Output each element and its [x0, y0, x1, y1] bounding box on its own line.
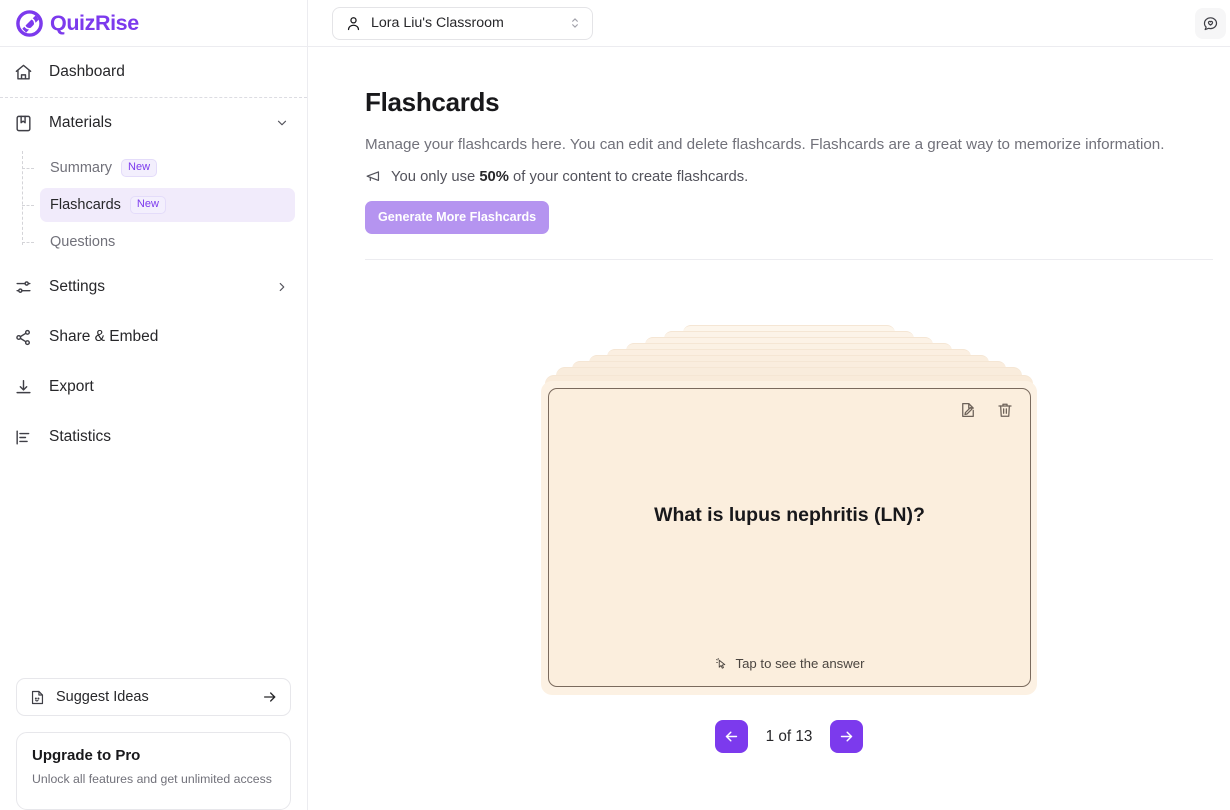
- message-heart-icon[interactable]: [1195, 7, 1226, 39]
- chevron-down-icon[interactable]: [275, 116, 289, 130]
- chevrons-up-down-icon: [568, 16, 582, 30]
- sidebar-footer: Suggest Ideas Upgrade to Pro Unlock all …: [0, 678, 307, 810]
- page-title: Flashcards: [365, 87, 500, 117]
- chevron-right-icon[interactable]: [275, 280, 289, 294]
- page-description: Manage your flashcards here. You can edi…: [365, 136, 1165, 153]
- home-icon: [14, 63, 33, 82]
- quizrise-logo-icon: [16, 9, 43, 37]
- arrow-right-icon: [262, 689, 278, 705]
- classroom-name: Lora Liu's Classroom: [371, 15, 504, 31]
- sidebar-item-export[interactable]: Export: [0, 362, 307, 412]
- next-card-button[interactable]: [830, 720, 864, 754]
- book-icon: [14, 114, 33, 133]
- sidebar-item-label: Export: [49, 378, 94, 395]
- sidebar-item-statistics[interactable]: Statistics: [0, 412, 307, 462]
- arrow-right-icon: [838, 728, 855, 745]
- flashcard-actions: [959, 401, 1014, 419]
- sidebar-item-materials[interactable]: Materials: [0, 98, 307, 148]
- sidebar-item-label: Materials: [49, 114, 112, 131]
- sidebar-item-label: Questions: [50, 234, 116, 250]
- flashcard[interactable]: What is lupus nephritis (LN)? Tap to see…: [548, 388, 1031, 688]
- sidebar: QuizRise Dashboard Materials Summary New…: [0, 0, 308, 810]
- brand-name: QuizRise: [50, 10, 139, 35]
- flashcard-hint: Tap to see the answer: [549, 656, 1030, 671]
- sidebar-item-label: Settings: [49, 278, 106, 295]
- sidebar-item-dashboard[interactable]: Dashboard: [0, 47, 307, 97]
- upgrade-title: Upgrade to Pro: [32, 747, 141, 764]
- notice-suffix: of your content to create flashcards.: [508, 168, 749, 185]
- status-badge: New: [129, 195, 166, 215]
- sidebar-item-label: Statistics: [49, 428, 112, 445]
- upgrade-subtitle: Unlock all features and get unlimited ac…: [32, 772, 272, 786]
- sidebar-item-label: Flashcards: [50, 197, 121, 213]
- notice-value: 50%: [479, 168, 509, 185]
- sidebar-item-label: Share & Embed: [49, 328, 159, 345]
- sidebar-nav: Dashboard Materials Summary New Flashcar…: [0, 47, 307, 462]
- sidebar-item-summary[interactable]: Summary New: [22, 151, 295, 185]
- arrow-left-icon: [723, 728, 740, 745]
- flashcard-hint-label: Tap to see the answer: [735, 656, 865, 672]
- materials-subnav: Summary New Flashcards New Questions: [0, 151, 307, 259]
- cursor-sparkle-icon: [714, 657, 728, 671]
- sidebar-item-questions[interactable]: Questions: [22, 225, 295, 259]
- suggest-ideas-button[interactable]: Suggest Ideas: [16, 678, 291, 716]
- share-icon: [14, 328, 33, 347]
- upgrade-to-pro-card[interactable]: Upgrade to Pro Unlock all features and g…: [16, 732, 291, 810]
- main-area: Lora Liu's Classroom Flashcards Manage y…: [308, 0, 1230, 810]
- bar-chart-icon: [14, 428, 33, 447]
- pager-label: 1 of 13: [765, 727, 813, 745]
- sidebar-item-settings[interactable]: Settings: [0, 262, 307, 312]
- page-content: Flashcards Manage your flashcards here. …: [308, 47, 1230, 810]
- edit-file-icon[interactable]: [959, 401, 977, 419]
- section-divider: [365, 259, 1213, 261]
- flashcard-area: What is lupus nephritis (LN)? Tap to see…: [365, 323, 1213, 754]
- user-icon: [345, 15, 362, 32]
- sidebar-item-label: Dashboard: [49, 63, 125, 80]
- sliders-icon: [14, 278, 33, 297]
- sidebar-item-share-embed[interactable]: Share & Embed: [0, 312, 307, 362]
- flashcard-stack: What is lupus nephritis (LN)? Tap to see…: [541, 323, 1037, 696]
- classroom-select[interactable]: Lora Liu's Classroom: [332, 6, 593, 40]
- flashcard-question: What is lupus nephritis (LN)?: [654, 504, 925, 527]
- sidebar-item-flashcards[interactable]: Flashcards New: [22, 188, 295, 222]
- topbar-actions: [1195, 7, 1230, 39]
- megaphone-icon: [365, 168, 382, 185]
- usage-notice: You only use 50% of your content to crea…: [365, 168, 1213, 185]
- notice-prefix: You only use: [391, 168, 480, 185]
- app-root: QuizRise Dashboard Materials Summary New…: [0, 0, 1230, 810]
- flashcard-pager: 1 of 13: [714, 720, 864, 754]
- generate-more-flashcards-button[interactable]: Generate More Flashcards: [365, 201, 550, 235]
- usage-notice-text: You only use 50% of your content to crea…: [391, 169, 748, 185]
- brand-logo[interactable]: QuizRise: [0, 0, 307, 47]
- status-badge: New: [121, 158, 158, 178]
- download-icon: [14, 378, 33, 397]
- topbar: Lora Liu's Classroom: [308, 0, 1230, 47]
- feedback-note-icon: [29, 689, 46, 706]
- previous-card-button[interactable]: [714, 720, 748, 754]
- trash-icon[interactable]: [996, 401, 1014, 419]
- suggest-ideas-label: Suggest Ideas: [56, 689, 149, 705]
- sidebar-item-label: Summary: [50, 160, 113, 176]
